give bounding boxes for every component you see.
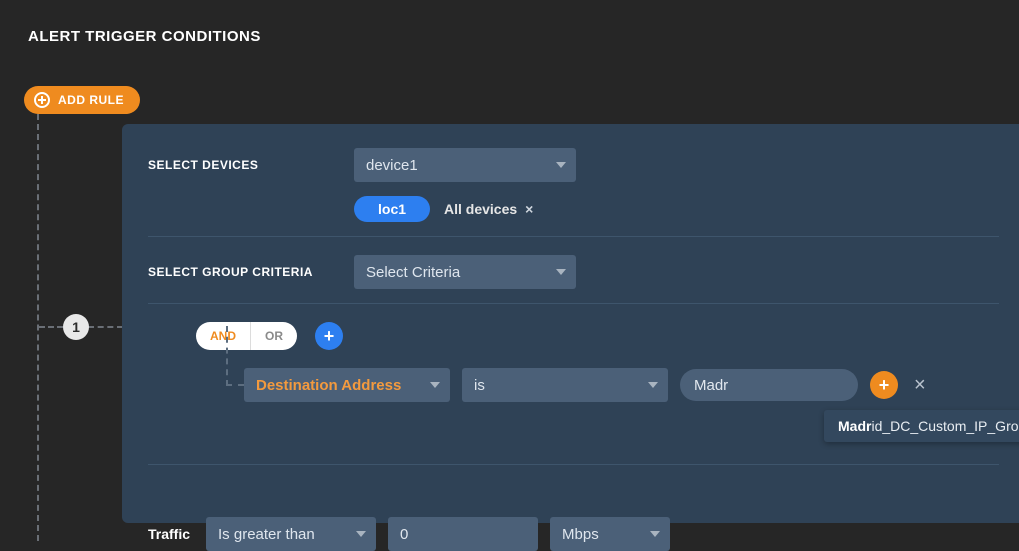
condition-operator-value: is <box>474 377 485 394</box>
add-rule-label: ADD RULE <box>58 93 124 107</box>
tree-connector-left <box>39 326 63 328</box>
location-chip[interactable]: loc1 <box>354 196 430 222</box>
chevron-down-icon <box>556 162 566 168</box>
autocomplete-suggestion[interactable]: Madrid_DC_Custom_IP_Group <box>824 410 1019 442</box>
suggestion-rest: id_DC_Custom_IP_Group <box>871 418 1019 434</box>
rule-node-badge: 1 <box>63 314 89 340</box>
suggestion-match: Madr <box>838 418 871 434</box>
logic-operator-row: AND OR + <box>196 322 999 350</box>
traffic-value-input[interactable] <box>388 517 538 551</box>
add-condition-button[interactable]: + <box>315 322 343 350</box>
group-criteria-label: SELECT GROUP CRITERIA <box>148 265 354 279</box>
device-select-value: device1 <box>366 157 418 174</box>
all-devices-chip[interactable]: All devices × <box>444 201 533 217</box>
logic-or[interactable]: OR <box>250 322 297 350</box>
chevron-down-icon <box>430 382 440 388</box>
device-chips-row: loc1 All devices × <box>148 196 999 222</box>
chevron-down-icon <box>556 269 566 275</box>
plus-circle-icon <box>34 92 50 108</box>
condition-value-input[interactable] <box>680 369 858 401</box>
condition-field-value: Destination Address <box>256 377 401 394</box>
add-value-button[interactable]: + <box>870 371 898 399</box>
group-criteria-select[interactable]: Select Criteria <box>354 255 576 289</box>
remove-condition-button[interactable]: × <box>910 374 930 397</box>
add-rule-button[interactable]: ADD RULE <box>24 86 140 114</box>
tree-connector-right <box>88 326 123 328</box>
group-criteria-value: Select Criteria <box>366 264 460 281</box>
section-separator <box>148 236 999 237</box>
condition-tree-stub <box>226 326 244 386</box>
condition-field-select[interactable]: Destination Address <box>244 368 450 402</box>
traffic-unit-select[interactable]: Mbps <box>550 517 670 551</box>
condition-row: Destination Address is + × Madrid_DC_Cus… <box>244 368 999 402</box>
section-separator <box>148 303 999 304</box>
device-select[interactable]: device1 <box>354 148 576 182</box>
row-group-criteria: SELECT GROUP CRITERIA Select Criteria <box>148 255 999 289</box>
section-separator <box>148 464 999 465</box>
logic-toggle[interactable]: AND OR <box>196 322 297 350</box>
chevron-down-icon <box>650 531 660 537</box>
plus-icon: + <box>324 327 335 345</box>
condition-operator-select[interactable]: is <box>462 368 668 402</box>
close-icon[interactable]: × <box>525 201 533 217</box>
rule-panel: SELECT DEVICES device1 loc1 All devices … <box>122 124 1019 523</box>
select-devices-label: SELECT DEVICES <box>148 158 354 172</box>
page-title: ALERT TRIGGER CONDITIONS <box>0 0 1019 45</box>
traffic-comparator-select[interactable]: Is greater than <box>206 517 376 551</box>
traffic-label: Traffic <box>148 526 190 542</box>
traffic-comparator-value: Is greater than <box>218 526 315 543</box>
traffic-row: Traffic Is greater than Mbps <box>148 517 999 551</box>
plus-icon: + <box>879 376 890 394</box>
row-select-devices: SELECT DEVICES device1 <box>148 148 999 182</box>
traffic-unit-value: Mbps <box>562 526 599 543</box>
chevron-down-icon <box>356 531 366 537</box>
all-devices-label: All devices <box>444 201 517 217</box>
chevron-down-icon <box>648 382 658 388</box>
